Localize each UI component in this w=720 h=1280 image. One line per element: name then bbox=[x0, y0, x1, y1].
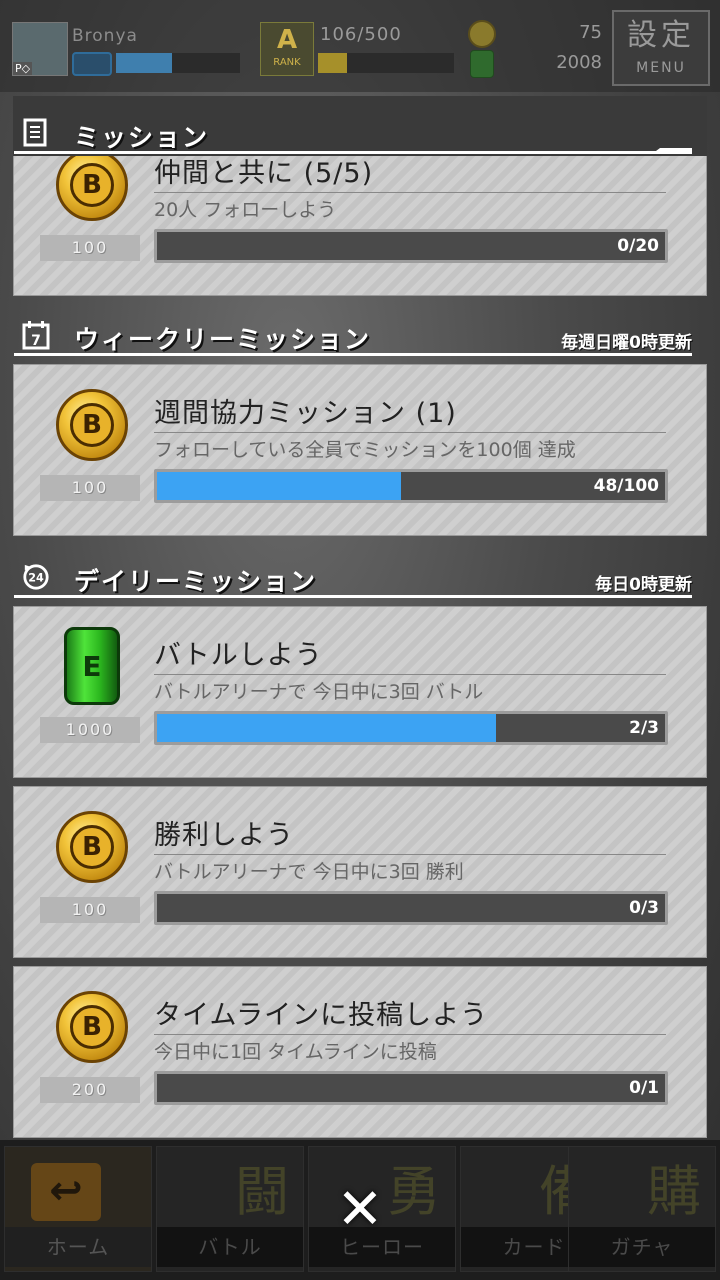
user-level-icon bbox=[72, 52, 112, 76]
coin-reward-icon: B bbox=[56, 389, 128, 461]
reward-amount: 100 bbox=[40, 475, 140, 501]
mission-description: 今日中に1回 タイムラインに投稿 bbox=[154, 1041, 437, 1063]
rank-letter: A bbox=[276, 25, 298, 55]
mission-progress-label: 48/100 bbox=[593, 476, 659, 496]
mission-progress-bar: 2/3 bbox=[154, 711, 668, 745]
mission-description: 20人 フォローしよう bbox=[154, 199, 337, 221]
can-icon bbox=[470, 50, 494, 78]
section-mission-header-overlay: ミッション bbox=[14, 114, 692, 154]
svg-text:7: 7 bbox=[31, 333, 41, 349]
rank-icon: A RANK bbox=[260, 22, 314, 76]
can-reward-icon: E bbox=[64, 627, 120, 705]
user-level-bar-fill bbox=[116, 53, 172, 73]
close-button[interactable]: ✕ bbox=[328, 1178, 392, 1242]
calendar-7-icon: 7 bbox=[22, 321, 50, 350]
mission-progress-fill bbox=[157, 714, 496, 742]
mission-title: 仲間と共に (5/5) bbox=[154, 151, 666, 193]
rank-progress-text: 106/500 bbox=[320, 24, 402, 45]
mission-card-timeline[interactable]: B 200 タイムラインに投稿しよう 今日中に1回 タイムラインに投稿 0/1 bbox=[13, 966, 707, 1138]
reward: B 100 bbox=[40, 141, 140, 281]
svg-text:24: 24 bbox=[28, 572, 44, 585]
reward: E 1000 bbox=[40, 623, 140, 763]
section-weekly-header: 7 ウィークリーミッション 毎週日曜0時更新 bbox=[14, 316, 692, 356]
settings-kanji: 設定 bbox=[627, 18, 695, 53]
mission-progress-label: 0/3 bbox=[629, 898, 659, 918]
reward: B 200 bbox=[40, 983, 140, 1123]
reward: B 100 bbox=[40, 381, 140, 521]
settings-menu-button[interactable]: 設定 MENU bbox=[612, 10, 710, 86]
section-daily-title: デイリーミッション bbox=[74, 567, 318, 596]
mission-description: バトルアリーナで 今日中に3回 バトル bbox=[154, 681, 484, 703]
mission-description: バトルアリーナで 今日中に3回 勝利 bbox=[154, 861, 464, 883]
settings-menu-label: MENU bbox=[636, 60, 686, 76]
clock-24-icon: 24 bbox=[23, 564, 49, 590]
rank-label: RANK bbox=[273, 57, 301, 68]
document-icon bbox=[23, 118, 47, 147]
section-daily-header: 24 デイリーミッション 毎日0時更新 bbox=[14, 558, 692, 598]
mission-title: タイムラインに投稿しよう bbox=[154, 993, 666, 1035]
coin-icon bbox=[468, 20, 496, 48]
mission-card-win[interactable]: B 100 勝利しよう バトルアリーナで 今日中に3回 勝利 0/3 bbox=[13, 786, 707, 958]
avatar[interactable]: P◇ bbox=[12, 22, 68, 76]
coin-reward-icon: B bbox=[56, 991, 128, 1063]
status-bar: P◇ Bronya A RANK 106/500 75 2008 設定 MENU bbox=[0, 0, 720, 92]
mission-title: バトルしよう bbox=[154, 633, 666, 675]
section-daily-reset-note: 毎日0時更新 bbox=[595, 575, 692, 595]
rank-bar-fill bbox=[318, 53, 347, 73]
coin-reward-icon: B bbox=[56, 811, 128, 883]
section-weekly-reset-note: 毎週日曜0時更新 bbox=[561, 333, 692, 353]
reward-amount: 1000 bbox=[40, 717, 140, 743]
mission-progress-label: 0/20 bbox=[617, 236, 659, 256]
mission-card-battle[interactable]: E 1000 バトルしよう バトルアリーナで 今日中に3回 バトル 2/3 bbox=[13, 606, 707, 778]
section-mission-title: ミッション bbox=[74, 123, 210, 152]
mission-title: 週間協力ミッション (1) bbox=[154, 391, 666, 433]
mission-progress-bar: 0/1 bbox=[154, 1071, 668, 1105]
section-weekly-title: ウィークリーミッション bbox=[74, 325, 372, 354]
rank-bar bbox=[318, 53, 454, 73]
mission-progress-bar: 48/100 bbox=[154, 469, 668, 503]
reward-amount: 100 bbox=[40, 897, 140, 923]
user-level-bar bbox=[116, 53, 240, 73]
reward-amount: 100 bbox=[40, 235, 140, 261]
mission-progress-bar: 0/3 bbox=[154, 891, 668, 925]
mission-title: 勝利しよう bbox=[154, 813, 666, 855]
reward-amount: 200 bbox=[40, 1077, 140, 1103]
mission-progress-bar: 0/20 bbox=[154, 229, 668, 263]
mission-progress-fill bbox=[157, 472, 401, 500]
header-accent bbox=[652, 148, 692, 154]
coin-count: 75 bbox=[579, 22, 602, 43]
mission-progress-label: 0/1 bbox=[629, 1078, 659, 1098]
reward: B 100 bbox=[40, 803, 140, 943]
coin-reward-icon: B bbox=[56, 149, 128, 221]
can-count: 2008 bbox=[556, 52, 602, 73]
user-name: Bronya bbox=[72, 26, 138, 46]
mission-description: フォローしている全員でミッションを100個 達成 bbox=[154, 439, 576, 461]
mission-card-weekly-coop[interactable]: B 100 週間協力ミッション (1) フォローしている全員でミッションを100… bbox=[13, 364, 707, 536]
avatar-badge: P◇ bbox=[13, 62, 33, 75]
mission-progress-label: 2/3 bbox=[629, 718, 659, 738]
